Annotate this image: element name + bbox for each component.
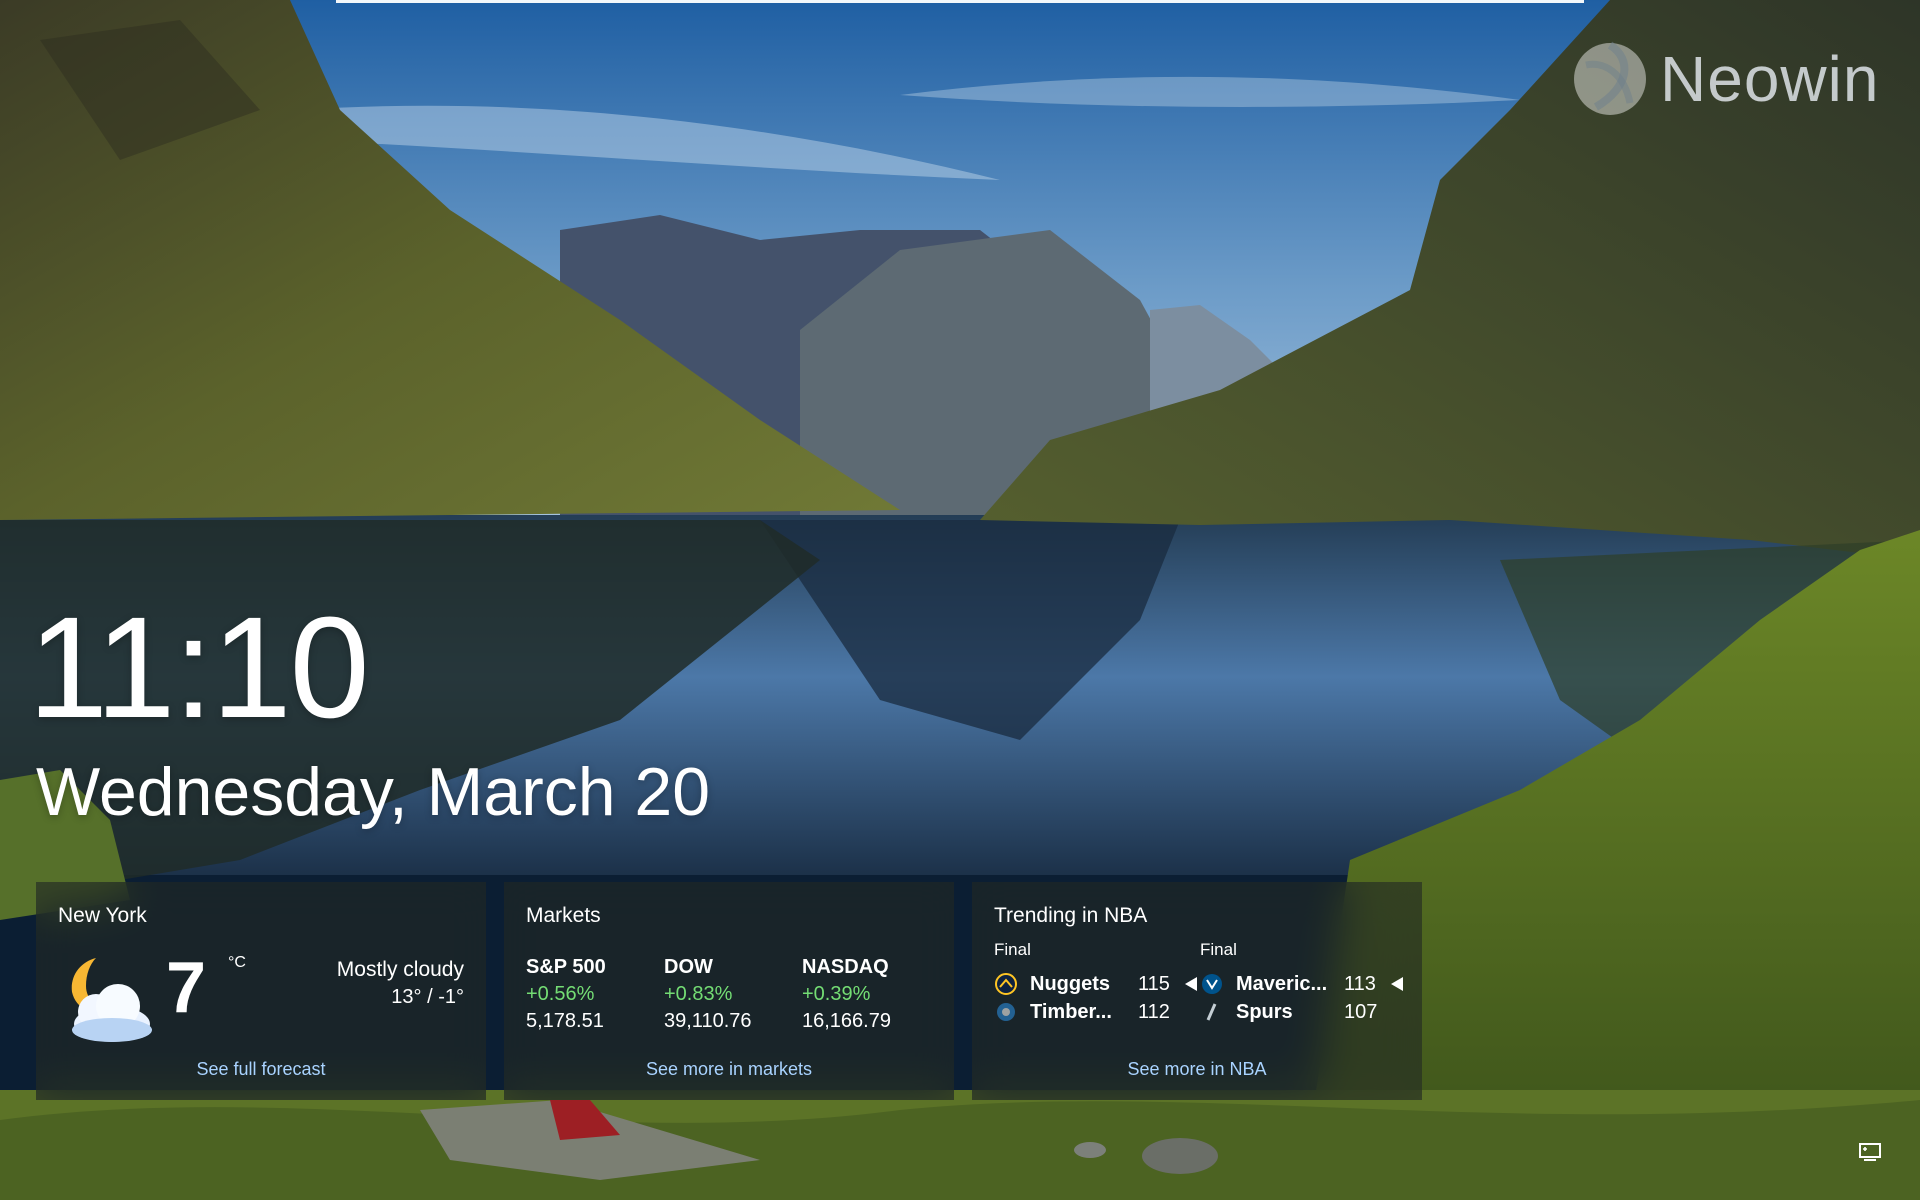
see-full-forecast-link[interactable]: See full forecast	[36, 1059, 486, 1080]
weather-card[interactable]: New York 7 °C Mostly cloudy 13° / -1° Se…	[36, 882, 486, 1100]
nba-game[interactable]: Final Nuggets 115 Timber... 112	[994, 940, 1200, 1026]
team-score: 113	[1344, 972, 1376, 995]
team-row: Timber... 112	[994, 998, 1200, 1026]
markets-grid: S&P 500 +0.56% 5,178.51 DOW +0.83% 39,11…	[526, 956, 932, 1033]
market-value: 16,166.79	[802, 1010, 891, 1032]
market-value: 39,110.76	[664, 1010, 752, 1032]
team-name: Nuggets	[1030, 972, 1110, 995]
nba-card[interactable]: Trending in NBA Final Nuggets 115 Timber…	[972, 882, 1422, 1100]
see-more-in-nba-link[interactable]: See more in NBA	[972, 1059, 1422, 1080]
markets-title: Markets	[526, 904, 601, 927]
lock-screen-date: Wednesday, March 20	[36, 754, 711, 830]
partly-cloudy-night-icon	[71, 958, 152, 1042]
winner-arrow-icon	[1185, 977, 1197, 991]
weather-body: 7 °C Mostly cloudy 13° / -1°	[58, 928, 464, 1042]
lock-screen-time: 11:10	[28, 587, 370, 748]
team-score: 112	[1138, 1000, 1170, 1023]
team-score: 107	[1344, 1000, 1378, 1023]
weather-range: 13° / -1°	[391, 986, 464, 1008]
neowin-watermark: Neowin	[1570, 34, 1890, 124]
timberwolves-logo-icon	[994, 1000, 1018, 1024]
team-row: Nuggets 115	[994, 970, 1200, 998]
market-item-nasdaq: NASDAQ +0.39% 16,166.79	[802, 956, 940, 1033]
nba-title: Trending in NBA	[994, 904, 1148, 927]
neowin-logo-icon	[1574, 41, 1646, 115]
weather-temperature: 7	[166, 948, 207, 1028]
team-score: 115	[1138, 972, 1170, 995]
market-change: +0.83%	[664, 983, 733, 1005]
team-row: Maveric... 113	[1200, 970, 1406, 998]
market-change: +0.39%	[802, 983, 871, 1005]
spurs-logo-icon	[1200, 1000, 1224, 1024]
watermark-text: Neowin	[1660, 43, 1880, 115]
market-item-dow: DOW +0.83% 39,110.76	[664, 956, 802, 1033]
widget-cards: New York 7 °C Mostly cloudy 13° / -1° Se…	[36, 882, 1422, 1100]
weather-condition: Mostly cloudy	[336, 958, 464, 981]
market-name: DOW	[664, 956, 713, 978]
team-row: Spurs 107	[1200, 998, 1406, 1026]
team-name: Maveric...	[1236, 972, 1328, 995]
weather-unit: °C	[228, 954, 246, 971]
game-status: Final	[1200, 940, 1237, 959]
network-connection-icon[interactable]	[1858, 1142, 1884, 1162]
market-item-sp500: S&P 500 +0.56% 5,178.51	[526, 956, 664, 1033]
team-name: Spurs	[1236, 1000, 1293, 1023]
team-name: Timber...	[1030, 1000, 1112, 1023]
markets-card[interactable]: Markets S&P 500 +0.56% 5,178.51 DOW +0.8…	[504, 882, 954, 1100]
market-name: NASDAQ	[802, 956, 889, 978]
nba-games: Final Nuggets 115 Timber... 112 Final Ma…	[994, 940, 1403, 1026]
market-change: +0.56%	[526, 983, 595, 1005]
winner-arrow-icon	[1391, 977, 1403, 991]
market-name: S&P 500	[526, 956, 606, 978]
nba-game[interactable]: Final Maveric... 113 Spurs 107	[1200, 940, 1406, 1026]
market-value: 5,178.51	[526, 1010, 604, 1032]
lock-screen: Neowin 11:10 Wednesday, March 20 New Yor…	[0, 0, 1920, 1200]
top-progress-bar	[336, 0, 1584, 3]
game-status: Final	[994, 940, 1031, 959]
see-more-in-markets-link[interactable]: See more in markets	[504, 1059, 954, 1080]
weather-location: New York	[58, 904, 147, 927]
mavericks-logo-icon	[1200, 972, 1224, 996]
nuggets-logo-icon	[994, 972, 1018, 996]
